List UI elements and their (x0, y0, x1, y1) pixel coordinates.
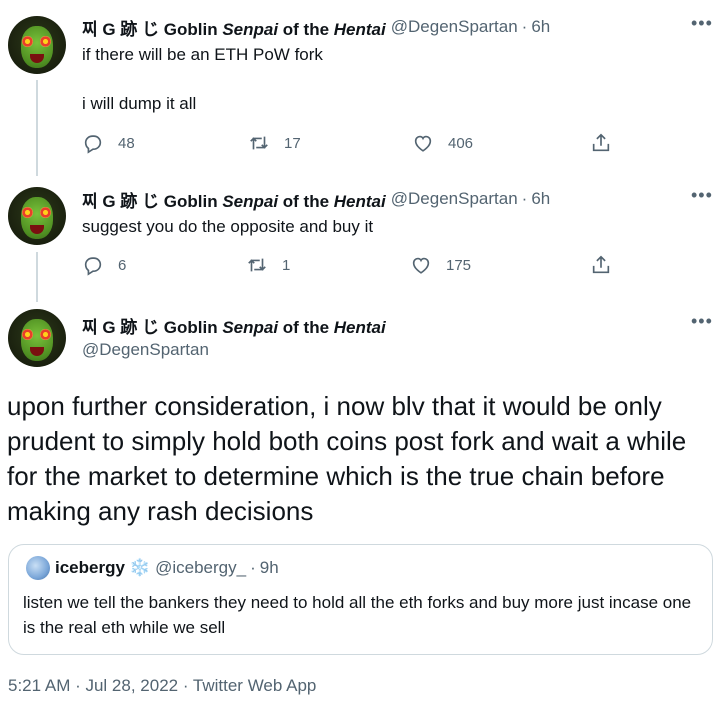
main-tweet-name[interactable]: 찌 G 跡 じ Goblin Senpai of the Hentai (82, 313, 386, 338)
main-tweet-text: upon further consideration, i now blv th… (7, 391, 687, 526)
reply-icon (84, 135, 102, 154)
like-button[interactable]: 406 (412, 132, 473, 154)
quoted-text: listen we tell the bankers they need to … (23, 593, 692, 637)
main-tweet-handle-row: @DegenSpartan (82, 339, 209, 361)
handle[interactable]: @DegenSpartan (391, 17, 518, 37)
handle[interactable]: @DegenSpartan (82, 340, 209, 360)
more-icon[interactable]: ••• (691, 312, 712, 334)
retweet-button[interactable]: 1 (246, 254, 290, 276)
reply-button[interactable]: 6 (82, 254, 126, 276)
tweet-header: 찌 G 跡 じ Goblin Senpai of the Hentai @Deg… (82, 15, 550, 40)
like-icon (412, 257, 430, 274)
handle[interactable]: @DegenSpartan (391, 189, 518, 209)
quoted-tweet[interactable]: icebergy ❄️ @icebergy_ · 9h listen we te… (8, 544, 713, 655)
reply-button[interactable]: 48 (82, 132, 135, 154)
thread-line (36, 252, 38, 302)
avatar[interactable] (8, 187, 66, 245)
quoted-header: icebergy ❄️ @icebergy_ · 9h (55, 558, 279, 578)
tweet-text: suggest you do the opposite and buy it (82, 217, 374, 236)
like-button[interactable]: 175 (410, 254, 471, 276)
separator: · (521, 17, 528, 36)
timestamp[interactable]: 6h (531, 17, 550, 37)
tweet-meta[interactable]: 5:21 AM · Jul 28, 2022 · Twitter Web App (8, 676, 316, 696)
display-name[interactable]: 찌 G 跡 じ Goblin Senpai of the Hentai (82, 15, 386, 40)
display-name[interactable]: 찌 G 跡 じ Goblin Senpai of the Hentai (82, 313, 386, 338)
tweet-actions: 6 1 175 (82, 254, 622, 280)
quoted-display-name: icebergy (55, 558, 125, 577)
share-icon (592, 133, 610, 152)
share-button[interactable] (590, 132, 626, 154)
retweet-button[interactable]: 17 (248, 132, 301, 154)
like-icon (414, 135, 432, 152)
quoted-timestamp: 9h (259, 558, 279, 577)
separator: · (521, 189, 528, 208)
quoted-handle: @icebergy_ (155, 558, 247, 577)
timestamp[interactable]: 6h (531, 189, 550, 209)
thread-line (36, 80, 38, 176)
tweet-text: if there will be an ETH PoW fork i will … (82, 45, 323, 113)
share-icon (592, 255, 610, 274)
quoted-avatar (26, 556, 50, 580)
snowflake-icon: ❄️ (128, 558, 151, 577)
more-icon[interactable]: ••• (691, 14, 712, 36)
tweet-actions: 48 17 406 (82, 132, 622, 158)
avatar[interactable] (8, 16, 66, 74)
separator: · (250, 558, 256, 577)
avatar[interactable] (8, 309, 66, 367)
tweet-header: 찌 G 跡 じ Goblin Senpai of the Hentai @Deg… (82, 187, 550, 212)
retweet-icon (250, 136, 268, 150)
reply-icon (84, 257, 102, 276)
display-name[interactable]: 찌 G 跡 じ Goblin Senpai of the Hentai (82, 187, 386, 212)
retweet-icon (248, 258, 266, 272)
more-icon[interactable]: ••• (691, 186, 712, 208)
share-button[interactable] (590, 254, 626, 276)
